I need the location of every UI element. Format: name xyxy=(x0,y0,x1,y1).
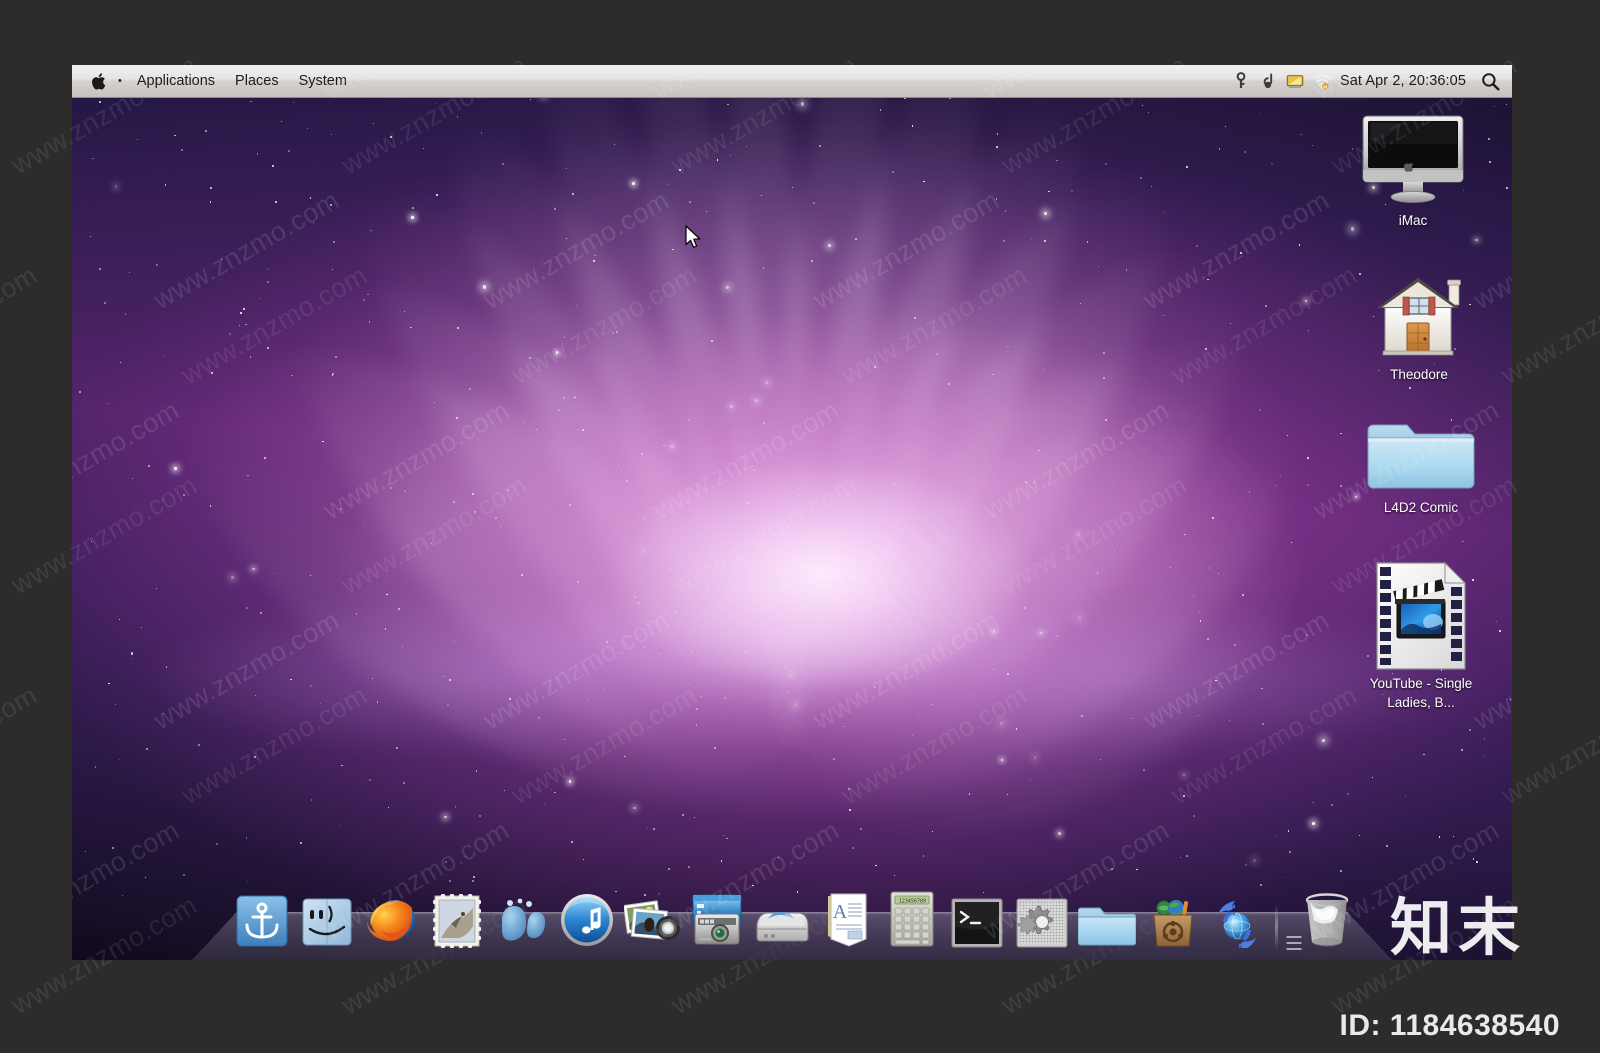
svg-text:H: H xyxy=(1323,84,1327,90)
dock-item-photos[interactable] xyxy=(622,894,682,956)
apple-logo-icon[interactable] xyxy=(92,72,108,91)
stamp-icon xyxy=(432,893,482,953)
trash-icon xyxy=(1302,892,1352,953)
spotlight-search-icon[interactable] xyxy=(1481,72,1500,91)
terminal-icon xyxy=(951,898,1003,953)
starfield xyxy=(72,65,1512,960)
menu-places[interactable]: Places xyxy=(225,71,289,91)
dock-grip-dots xyxy=(1286,936,1302,950)
display-icon[interactable] xyxy=(1286,71,1304,91)
firefox-icon xyxy=(364,892,420,953)
desktop-icon-folder[interactable]: L4D2 Comic xyxy=(1362,410,1480,517)
dock-item-anchor[interactable] xyxy=(232,894,292,956)
dock: A 123456789 xyxy=(192,882,1392,960)
scanner-icon xyxy=(753,902,811,953)
dock-item-itunes[interactable] xyxy=(557,894,617,956)
menu-bar-left: • Applications Places System xyxy=(72,65,357,97)
itunes-icon xyxy=(559,892,615,953)
desktop-icon-imac[interactable]: iMac xyxy=(1354,113,1472,230)
svg-text:123456789: 123456789 xyxy=(899,899,926,905)
desktop-icon-label: Theodore xyxy=(1390,367,1448,382)
menu-bar-clock[interactable]: Sat Apr 2, 20:36:05 xyxy=(1340,73,1466,89)
wifi-icon[interactable]: H xyxy=(1313,71,1331,91)
imac-icon xyxy=(1354,113,1472,209)
mouse-cursor xyxy=(685,225,703,256)
pidgin-icon xyxy=(494,898,550,953)
menu-applications[interactable]: Applications xyxy=(127,71,225,91)
dock-item-mail[interactable] xyxy=(427,893,487,956)
desktop-icon-label: L4D2 Comic xyxy=(1383,500,1459,515)
gears-icon xyxy=(1016,898,1068,953)
dock-item-camera[interactable] xyxy=(687,894,747,956)
dock-item-calculator[interactable]: 123456789 xyxy=(882,891,942,956)
finder-icon xyxy=(301,896,353,953)
svg-text:A: A xyxy=(833,901,848,923)
dock-item-terminal[interactable] xyxy=(947,894,1007,956)
dock-item-firefox[interactable] xyxy=(362,894,422,956)
id-label: ID: 1184638540 xyxy=(1339,1009,1560,1042)
textedit-icon: A xyxy=(822,892,872,953)
software-center-icon xyxy=(1146,896,1198,953)
dock-item-system-prefs[interactable] xyxy=(1012,894,1072,956)
dock-item-finder[interactable] xyxy=(297,894,357,956)
dock-separator xyxy=(1275,904,1278,950)
folder-icon xyxy=(1362,410,1480,496)
dock-item-textedit[interactable]: A xyxy=(817,892,877,956)
menu-bar-status-area: H Sat Apr 2, 20:36:05 xyxy=(1232,65,1512,97)
update-icon xyxy=(1209,896,1265,953)
menu-separator-dot: • xyxy=(118,75,122,87)
camera-icon xyxy=(688,892,746,953)
movie-file-icon xyxy=(1362,560,1480,672)
desktop-screen: • Applications Places System H Sat Apr 2… xyxy=(72,65,1512,960)
dock-item-pidgin[interactable] xyxy=(492,894,552,956)
photos-icon xyxy=(622,896,680,953)
calculator-icon: 123456789 xyxy=(889,890,935,953)
dock-item-software-center[interactable] xyxy=(1142,894,1202,956)
desktop-icon-label: iMac xyxy=(1398,213,1428,228)
desktop-icon-home[interactable]: Theodore xyxy=(1360,267,1478,384)
bluetooth-icon[interactable] xyxy=(1259,71,1277,91)
keyring-icon[interactable] xyxy=(1232,71,1250,91)
folder-icon xyxy=(1077,902,1137,953)
anchor-icon xyxy=(235,894,289,953)
screenshot-root: • Applications Places System H Sat Apr 2… xyxy=(0,0,1600,1053)
dock-item-folder[interactable] xyxy=(1077,894,1137,956)
desktop-icon-label: YouTube - Single Ladies, B... xyxy=(1369,676,1473,710)
dock-item-trash[interactable] xyxy=(1286,892,1352,956)
dock-item-update[interactable] xyxy=(1207,894,1267,956)
desktop-icon-video[interactable]: YouTube - Single Ladies, B... xyxy=(1362,560,1480,712)
dock-items: A 123456789 xyxy=(192,888,1392,956)
menu-system[interactable]: System xyxy=(289,71,357,91)
dock-item-scanner[interactable] xyxy=(752,894,812,956)
menu-bar: • Applications Places System H Sat Apr 2… xyxy=(72,65,1512,98)
home-folder-icon xyxy=(1360,267,1478,363)
